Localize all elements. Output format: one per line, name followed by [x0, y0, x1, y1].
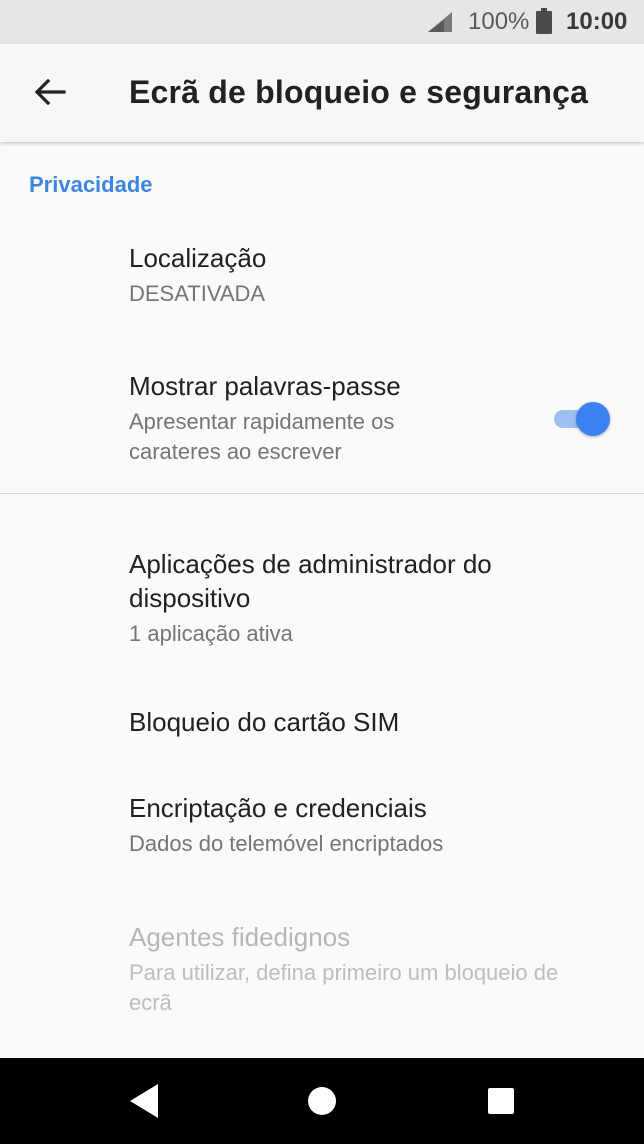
divider: [0, 493, 644, 494]
setting-location[interactable]: Localização DESATIVADA: [129, 241, 266, 309]
setting-sim-lock-title: Bloqueio do cartão SIM: [129, 707, 400, 737]
nav-back-icon[interactable]: [128, 1082, 160, 1120]
nav-recents-icon[interactable]: [487, 1087, 515, 1115]
app-bar: Ecrã de bloqueio e segurança: [0, 44, 644, 142]
section-header-privacy: Privacidade: [29, 172, 153, 197]
setting-encryption-title: Encriptação e credenciais: [129, 793, 427, 823]
setting-trust-agents: Agentes fidedignos Para utilizar, defina…: [129, 920, 629, 1018]
subtitle-line: Apresentar rapidamente os: [129, 409, 395, 434]
clock: 10:00: [566, 8, 628, 35]
signal-icon: [428, 12, 452, 32]
setting-location-subtitle: DESATIVADA: [129, 281, 266, 306]
setting-device-admin-apps-title: Aplicações de administrador do dispositi…: [129, 547, 492, 615]
setting-show-passwords[interactable]: Mostrar palavras-passe Apresentar rapida…: [129, 369, 529, 467]
navigation-bar: [0, 1058, 644, 1144]
page-title: Ecrã de bloqueio e segurança: [129, 74, 589, 110]
setting-device-admin-apps-subtitle: 1 aplicação ativa: [129, 621, 293, 646]
setting-sim-lock[interactable]: Bloqueio do cartão SIM: [129, 705, 399, 739]
battery-percentage: 100%: [468, 8, 530, 35]
arrow-left-icon[interactable]: [32, 74, 68, 110]
setting-encryption[interactable]: Encriptação e credenciais Dados do telem…: [129, 791, 443, 859]
subtitle-line: carateres ao escrever: [129, 439, 342, 464]
show-passwords-toggle[interactable]: [552, 401, 610, 437]
setting-location-title: Localização: [129, 243, 267, 273]
title-line: dispositivo: [129, 583, 251, 613]
subtitle-line: Para utilizar, defina primeiro um bloque…: [129, 960, 559, 985]
setting-trust-agents-subtitle: Para utilizar, defina primeiro um bloque…: [129, 958, 629, 1018]
status-bar: 100% 10:00: [0, 0, 644, 44]
setting-device-admin-apps[interactable]: Aplicações de administrador do dispositi…: [129, 547, 492, 649]
nav-home-icon[interactable]: [306, 1085, 338, 1117]
title-line: Aplicações de administrador do: [129, 549, 492, 579]
battery-icon: [536, 8, 552, 34]
setting-encryption-subtitle: Dados do telemóvel encriptados: [129, 831, 444, 856]
toggle-thumb: [576, 402, 610, 436]
subtitle-line: ecrã: [129, 990, 172, 1015]
setting-show-passwords-title: Mostrar palavras-passe: [129, 371, 401, 401]
setting-trust-agents-title: Agentes fidedignos: [129, 922, 351, 952]
setting-show-passwords-subtitle: Apresentar rapidamente os carateres ao e…: [129, 407, 529, 467]
